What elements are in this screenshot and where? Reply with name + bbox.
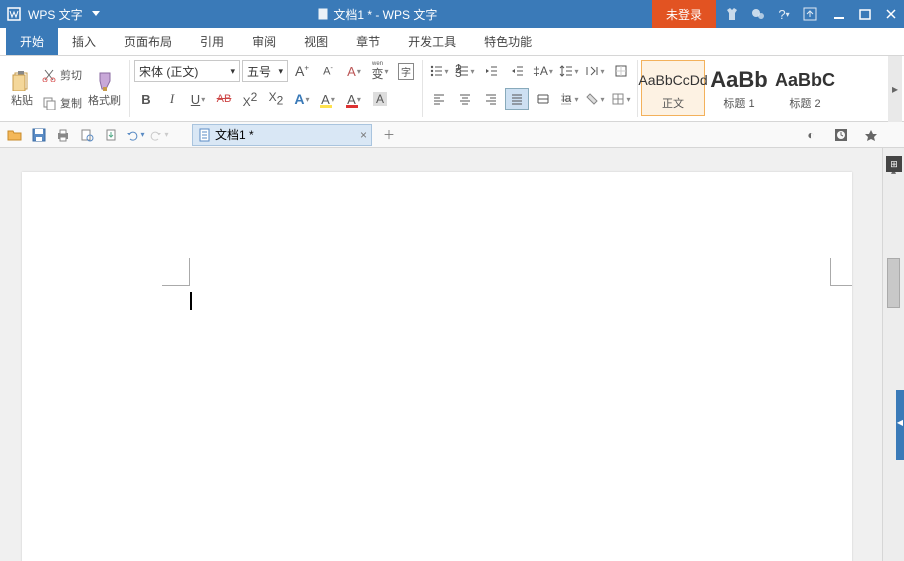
font-group: 宋体 (正文)▾ 五号▾ A+ A- A▾ 变wen▾ 字 B I U▾ AB … bbox=[130, 56, 422, 121]
export-button[interactable] bbox=[100, 125, 122, 145]
numbering-button[interactable]: 123▾ bbox=[453, 60, 477, 82]
text-effects-button[interactable]: A▾ bbox=[290, 88, 314, 110]
ribbon-collapse-icon[interactable]: ▸ bbox=[888, 56, 902, 122]
close-button[interactable] bbox=[878, 0, 904, 28]
italic-button[interactable]: I bbox=[160, 88, 184, 110]
text-direction-button[interactable]: ‡A▾ bbox=[531, 60, 555, 82]
tab-insert[interactable]: 插入 bbox=[58, 27, 110, 55]
tab-start[interactable]: 开始 bbox=[6, 27, 58, 55]
align-left-button[interactable] bbox=[427, 88, 451, 110]
login-status[interactable]: 未登录 bbox=[652, 0, 716, 28]
tab-chapter[interactable]: 章节 bbox=[342, 27, 394, 55]
document-icon bbox=[317, 7, 329, 21]
style-heading2[interactable]: AaBbC 标题 2 bbox=[773, 60, 837, 116]
styles-group: AaBbCcDd 正文 AaBb 标题 1 AaBbC 标题 2 bbox=[638, 56, 840, 121]
align-justify-button[interactable] bbox=[505, 88, 529, 110]
svg-text:ia: ia bbox=[562, 92, 572, 105]
tab-page-layout[interactable]: 页面布局 bbox=[110, 27, 186, 55]
document-icon bbox=[199, 128, 211, 142]
quick-access-bar: ▾ ▾ 文档1 * × ＋ ◐ bbox=[0, 122, 904, 148]
favorite-icon[interactable] bbox=[860, 125, 882, 145]
app-logo-icon bbox=[4, 4, 24, 24]
snap-to-grid-button[interactable]: ia▾ bbox=[557, 88, 581, 110]
line-spacing-button[interactable]: ▾ bbox=[557, 60, 581, 82]
clipboard-group: 粘贴 剪切 复制 格式刷 bbox=[0, 56, 129, 121]
cut-button[interactable]: 剪切 bbox=[42, 62, 82, 88]
tab-developer[interactable]: 开发工具 bbox=[394, 27, 470, 55]
decrease-indent-button[interactable] bbox=[479, 60, 503, 82]
tab-special[interactable]: 特色功能 bbox=[470, 27, 546, 55]
shading-button[interactable]: ▾ bbox=[583, 88, 607, 110]
char-border-button[interactable]: 字 bbox=[394, 60, 418, 82]
font-size-combo[interactable]: 五号▾ bbox=[242, 60, 288, 82]
clock-icon[interactable] bbox=[830, 125, 852, 145]
app-menu-dropdown[interactable] bbox=[89, 7, 103, 21]
table-borders-button[interactable]: ▾ bbox=[609, 88, 633, 110]
tab-references[interactable]: 引用 bbox=[186, 27, 238, 55]
paragraph-group: ▾ 123▾ ‡A▾ ▾ ▾ ia▾ ▾ ▾ bbox=[423, 56, 637, 121]
document-tab[interactable]: 文档1 * × bbox=[192, 124, 372, 146]
font-color-button[interactable]: A▾ bbox=[342, 88, 366, 110]
bold-button[interactable]: B bbox=[134, 88, 158, 110]
document-page[interactable] bbox=[22, 172, 852, 561]
side-panel-handle[interactable] bbox=[896, 390, 904, 460]
align-right-button[interactable] bbox=[479, 88, 503, 110]
print-button[interactable] bbox=[52, 125, 74, 145]
save-button[interactable] bbox=[28, 125, 50, 145]
style-heading1[interactable]: AaBb 标题 1 bbox=[707, 60, 771, 116]
text-cursor bbox=[190, 292, 192, 310]
skin-icon[interactable] bbox=[724, 6, 740, 22]
margin-corner-tr bbox=[830, 258, 852, 286]
superscript-button[interactable]: X2 bbox=[238, 88, 262, 110]
increase-indent-button[interactable] bbox=[505, 60, 529, 82]
new-tab-button[interactable]: ＋ bbox=[378, 124, 400, 146]
tab-review[interactable]: 审阅 bbox=[238, 27, 290, 55]
copy-button[interactable]: 复制 bbox=[42, 90, 82, 116]
align-center-button[interactable] bbox=[453, 88, 477, 110]
char-shading-button[interactable]: A bbox=[368, 88, 392, 110]
phonetic-button[interactable]: 变wen▾ bbox=[368, 60, 392, 82]
tab-button[interactable]: ▾ bbox=[583, 60, 607, 82]
strikethrough-button[interactable]: AB bbox=[212, 88, 236, 110]
open-button[interactable] bbox=[4, 125, 26, 145]
title-tool-icons: ?▾ bbox=[716, 6, 826, 22]
bullets-button[interactable]: ▾ bbox=[427, 60, 451, 82]
highlight-button[interactable]: A▾ bbox=[316, 88, 340, 110]
upload-icon[interactable] bbox=[802, 6, 818, 22]
borders-button[interactable] bbox=[609, 60, 633, 82]
feedback-icon[interactable] bbox=[750, 6, 766, 22]
redo-button[interactable]: ▾ bbox=[148, 125, 170, 145]
help-icon[interactable]: ?▾ bbox=[776, 6, 792, 22]
subscript-button[interactable]: X2 bbox=[264, 88, 288, 110]
title-bar: WPS 文字 文档1 * - WPS 文字 未登录 ?▾ bbox=[0, 0, 904, 28]
align-distribute-button[interactable] bbox=[531, 88, 555, 110]
workspace bbox=[0, 148, 882, 561]
undo-button[interactable]: ▾ bbox=[124, 125, 146, 145]
night-mode-icon[interactable]: ◐ bbox=[800, 125, 822, 145]
scroll-track[interactable] bbox=[887, 178, 900, 541]
ruler-toggle-icon[interactable]: ⊞ bbox=[886, 156, 902, 172]
format-painter-button[interactable]: 格式刷 bbox=[84, 67, 125, 110]
decrease-font-button[interactable]: A- bbox=[316, 60, 340, 82]
document-title: 文档1 * - WPS 文字 bbox=[103, 6, 652, 23]
close-tab-icon[interactable]: × bbox=[360, 128, 367, 142]
svg-text:3: 3 bbox=[455, 66, 462, 78]
scroll-thumb[interactable] bbox=[887, 258, 900, 308]
app-name: WPS 文字 bbox=[28, 6, 89, 23]
ribbon-tabs: 开始 插入 页面布局 引用 审阅 视图 章节 开发工具 特色功能 bbox=[0, 28, 904, 56]
minimize-button[interactable] bbox=[826, 0, 852, 28]
style-normal[interactable]: AaBbCcDd 正文 bbox=[641, 60, 705, 116]
vertical-scrollbar[interactable]: ▴ bbox=[882, 148, 904, 561]
margin-corner-tl bbox=[162, 258, 190, 286]
paste-button[interactable]: 粘贴 bbox=[4, 67, 40, 110]
ribbon: 粘贴 剪切 复制 格式刷 宋体 (正文)▾ 五号▾ A+ A- A▾ 变wen▾ bbox=[0, 56, 904, 122]
clear-format-button[interactable]: A▾ bbox=[342, 60, 366, 82]
tab-view[interactable]: 视图 bbox=[290, 27, 342, 55]
increase-font-button[interactable]: A+ bbox=[290, 60, 314, 82]
maximize-button[interactable] bbox=[852, 0, 878, 28]
print-preview-button[interactable] bbox=[76, 125, 98, 145]
underline-button[interactable]: U▾ bbox=[186, 88, 210, 110]
font-family-combo[interactable]: 宋体 (正文)▾ bbox=[134, 60, 240, 82]
